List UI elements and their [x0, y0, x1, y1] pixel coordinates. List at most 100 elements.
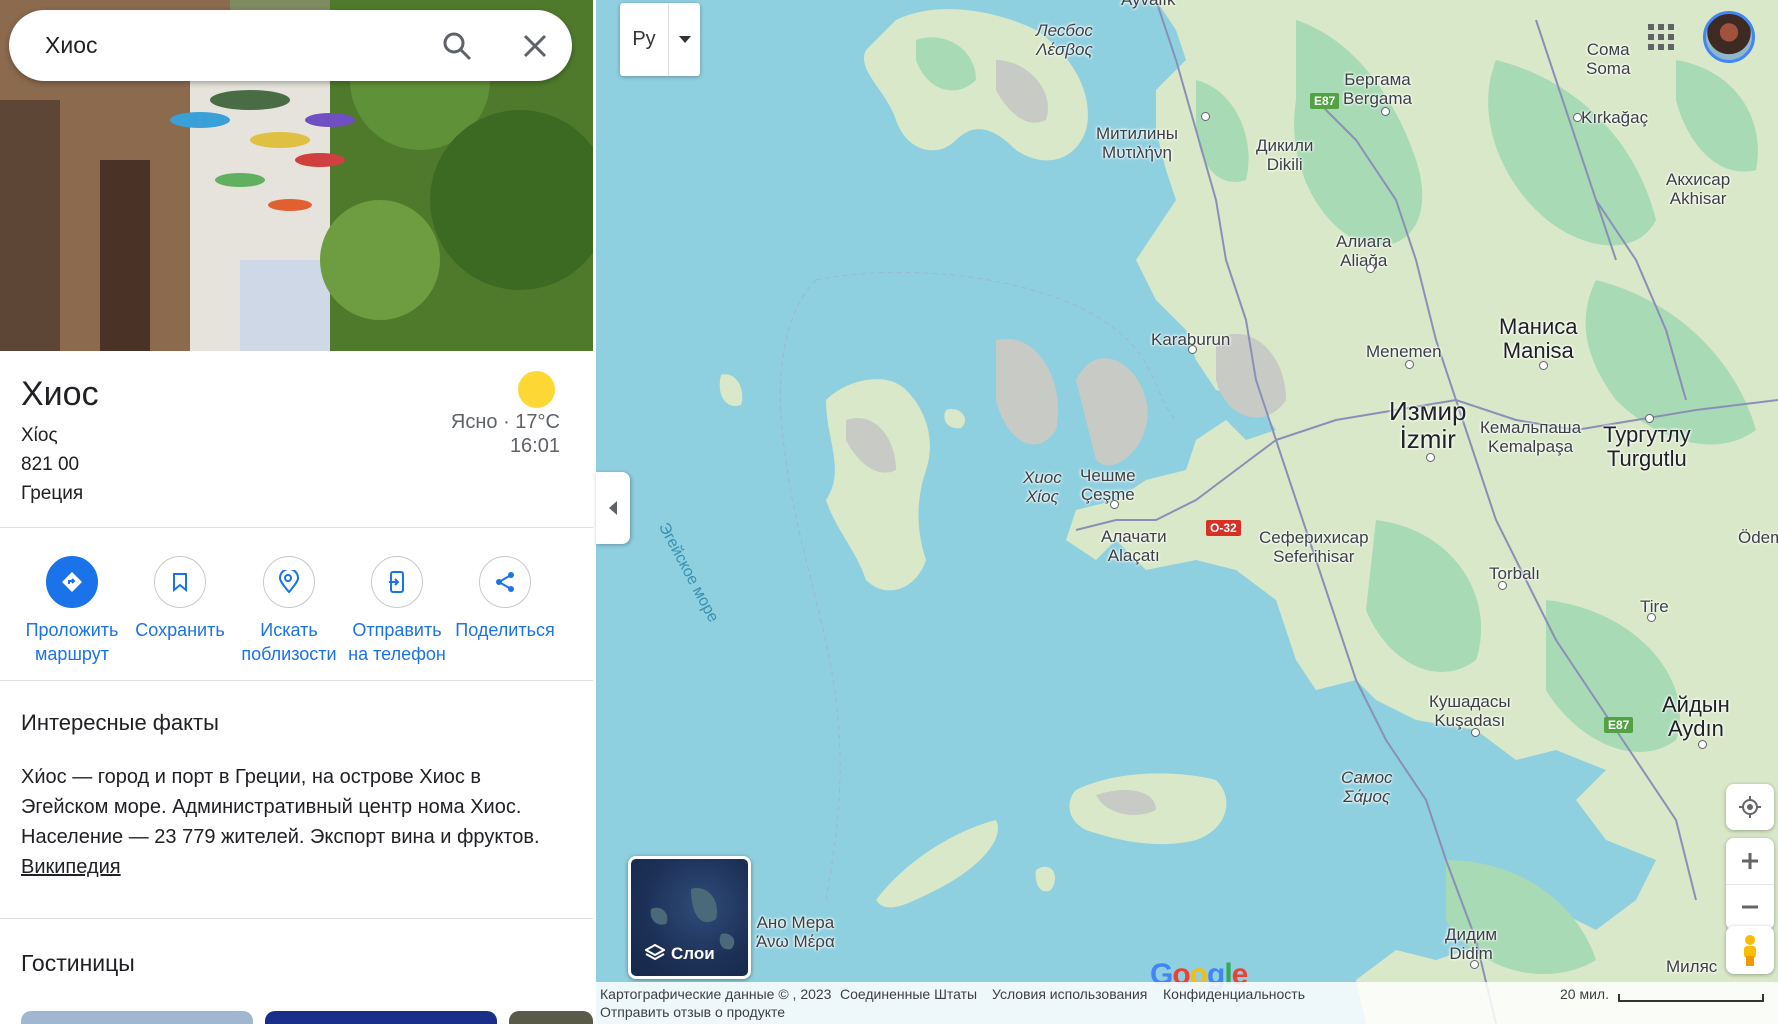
city-dot	[1471, 728, 1480, 737]
label-kusadasi[interactable]: Кушадасы Kuşadası	[1429, 692, 1511, 730]
hotels-title: Гостиницы	[21, 950, 135, 976]
label-kemalpasa[interactable]: Кемальпаша Kemalpaşa	[1480, 418, 1581, 456]
action-label: поблизости	[241, 644, 337, 664]
privacy-link[interactable]: Конфиденциальность	[1163, 986, 1305, 1002]
account-avatar[interactable]	[1703, 11, 1755, 63]
save-button[interactable]: Сохранить	[125, 553, 235, 642]
zoom-in-button[interactable]	[1726, 838, 1774, 885]
city-dot	[1647, 613, 1656, 622]
action-label: Сохранить	[135, 620, 225, 640]
city-dot	[1539, 361, 1548, 370]
city-dot	[1405, 360, 1414, 369]
label-odemis[interactable]: Ödemi	[1738, 528, 1778, 547]
label-turgutlu[interactable]: Тургутлу Turgutlu	[1603, 423, 1691, 471]
weather-condition: Ясно · 17°C	[450, 411, 560, 433]
nearby-button[interactable]: Искать поблизости	[234, 553, 344, 666]
action-label: Проложить	[25, 620, 119, 640]
scale-bar	[1618, 994, 1764, 1002]
place-title: Хиос	[21, 375, 99, 413]
label-samos[interactable]: Самос Σάμος	[1341, 768, 1393, 806]
share-button[interactable]: Поделиться	[450, 553, 560, 642]
label-lesvos[interactable]: Лесбос Λέσβος	[1036, 21, 1093, 59]
send-to-phone-button[interactable]: Отправить на телефон	[342, 553, 452, 666]
search-input[interactable]: Хиос	[45, 32, 97, 59]
terms-link[interactable]: Условия использования	[992, 986, 1147, 1002]
nearby-icon	[263, 556, 315, 608]
wikipedia-link[interactable]: Википедия	[21, 856, 121, 878]
label-menemen[interactable]: Menemen	[1366, 342, 1442, 361]
layers-button[interactable]: Слои	[628, 856, 751, 979]
route-shield-o32: O-32	[1206, 520, 1241, 536]
hotel-thumbnail[interactable]	[509, 1011, 593, 1024]
divider	[0, 680, 593, 681]
search-icon	[443, 32, 472, 61]
label-manisa[interactable]: Маниса Manisa	[1499, 315, 1577, 363]
close-icon	[523, 34, 547, 58]
label-izmir[interactable]: Измир İzmir	[1389, 397, 1466, 453]
label-akhisar[interactable]: Акхисар Akhisar	[1666, 170, 1730, 208]
map-data-attribution[interactable]: Картографические данные © , 2023	[600, 986, 831, 1002]
caret-down-icon	[678, 35, 691, 43]
language-button[interactable]: Ру	[620, 3, 669, 76]
zoom-controls	[1726, 838, 1774, 930]
label-chios[interactable]: Хиос Χίος	[1023, 468, 1062, 506]
search-box[interactable]: Хиос	[9, 10, 572, 81]
collapse-panel-button[interactable]	[596, 472, 630, 544]
language-selector[interactable]: Ру	[620, 3, 700, 76]
facts-title: Интересные факты	[21, 710, 219, 735]
weather-time: 16:01	[509, 435, 560, 457]
city-dot	[1470, 960, 1479, 969]
route-shield-e87: E87	[1604, 717, 1634, 733]
pegman-button[interactable]	[1726, 926, 1774, 974]
hotel-thumbnail[interactable]	[21, 1011, 253, 1024]
action-buttons: Проложить маршрут Сохранить Искать поблизо…	[0, 553, 593, 683]
share-icon	[479, 556, 531, 608]
city-dot	[1698, 740, 1707, 749]
action-label: Поделиться	[455, 620, 555, 640]
search-button[interactable]	[441, 30, 473, 62]
send-to-phone-icon	[371, 556, 423, 608]
location-target-icon	[1739, 796, 1761, 818]
label-cesme[interactable]: Чешме Çeşme	[1080, 466, 1136, 504]
label-milas[interactable]: Миляс	[1666, 957, 1717, 976]
label-torbali[interactable]: Torbalı	[1489, 564, 1540, 583]
map-terrain	[719, 0, 1778, 1024]
map-canvas[interactable]: Лесбос Λέσβος Митилины Μυτιλήνη Дикили Diki…	[596, 0, 1778, 1024]
zoom-out-button[interactable]	[1726, 885, 1774, 931]
label-bergama[interactable]: Бергама Bergama	[1343, 70, 1412, 108]
facts-body: Хи́ос — город и порт в Греции, на остров…	[21, 766, 540, 848]
language-dropdown-button[interactable]	[669, 3, 700, 76]
label-ayvalik[interactable]: Ayvalık	[1121, 0, 1176, 9]
label-soma[interactable]: Сома Soma	[1586, 40, 1630, 78]
directions-button[interactable]: Проложить маршрут	[17, 553, 127, 666]
action-label: Искать	[260, 620, 318, 640]
scale-label[interactable]: 20 мил.	[1560, 986, 1609, 1002]
divider	[0, 527, 593, 528]
label-ano-mera[interactable]: Ано Мера Άνω Μέρα	[756, 913, 835, 951]
city-dot	[1366, 264, 1375, 273]
city-dot	[1573, 113, 1582, 122]
action-label: маршрут	[35, 644, 109, 664]
map-footer: Картографические данные © , 2023 Соедине…	[596, 982, 1778, 1024]
bookmark-icon	[154, 556, 206, 608]
pegman-icon	[1744, 935, 1756, 966]
label-dikili[interactable]: Дикили Dikili	[1256, 136, 1313, 174]
label-didim[interactable]: Дидим Didim	[1445, 925, 1497, 963]
divider	[0, 918, 593, 919]
place-panel: Хиос Хиос Χίος 821 00 Греция Ясно · 17°C…	[0, 0, 593, 1024]
label-alacati[interactable]: Алачати Alaçatı	[1101, 527, 1167, 565]
feedback-link[interactable]: Отправить отзыв о продукте	[600, 1004, 785, 1020]
label-aydin[interactable]: Айдын Aydın	[1662, 693, 1730, 741]
apps-button[interactable]	[1646, 22, 1676, 52]
minus-icon	[1742, 905, 1758, 909]
label-seferihisar[interactable]: Сеферихисар Seferihisar	[1259, 528, 1369, 566]
hotel-thumbnail[interactable]	[265, 1011, 497, 1024]
label-aliaga[interactable]: Алиага Aliağa	[1336, 232, 1392, 270]
country-link[interactable]: Соединенные Штаты	[840, 986, 977, 1002]
label-kirkagac[interactable]: Kırkağaç	[1581, 108, 1648, 127]
clear-search-button[interactable]	[521, 32, 549, 60]
city-dot	[1188, 345, 1197, 354]
action-label: Отправить	[352, 620, 442, 640]
my-location-button[interactable]	[1726, 784, 1774, 830]
label-mytilene[interactable]: Митилины Μυτιλήνη	[1096, 124, 1178, 162]
